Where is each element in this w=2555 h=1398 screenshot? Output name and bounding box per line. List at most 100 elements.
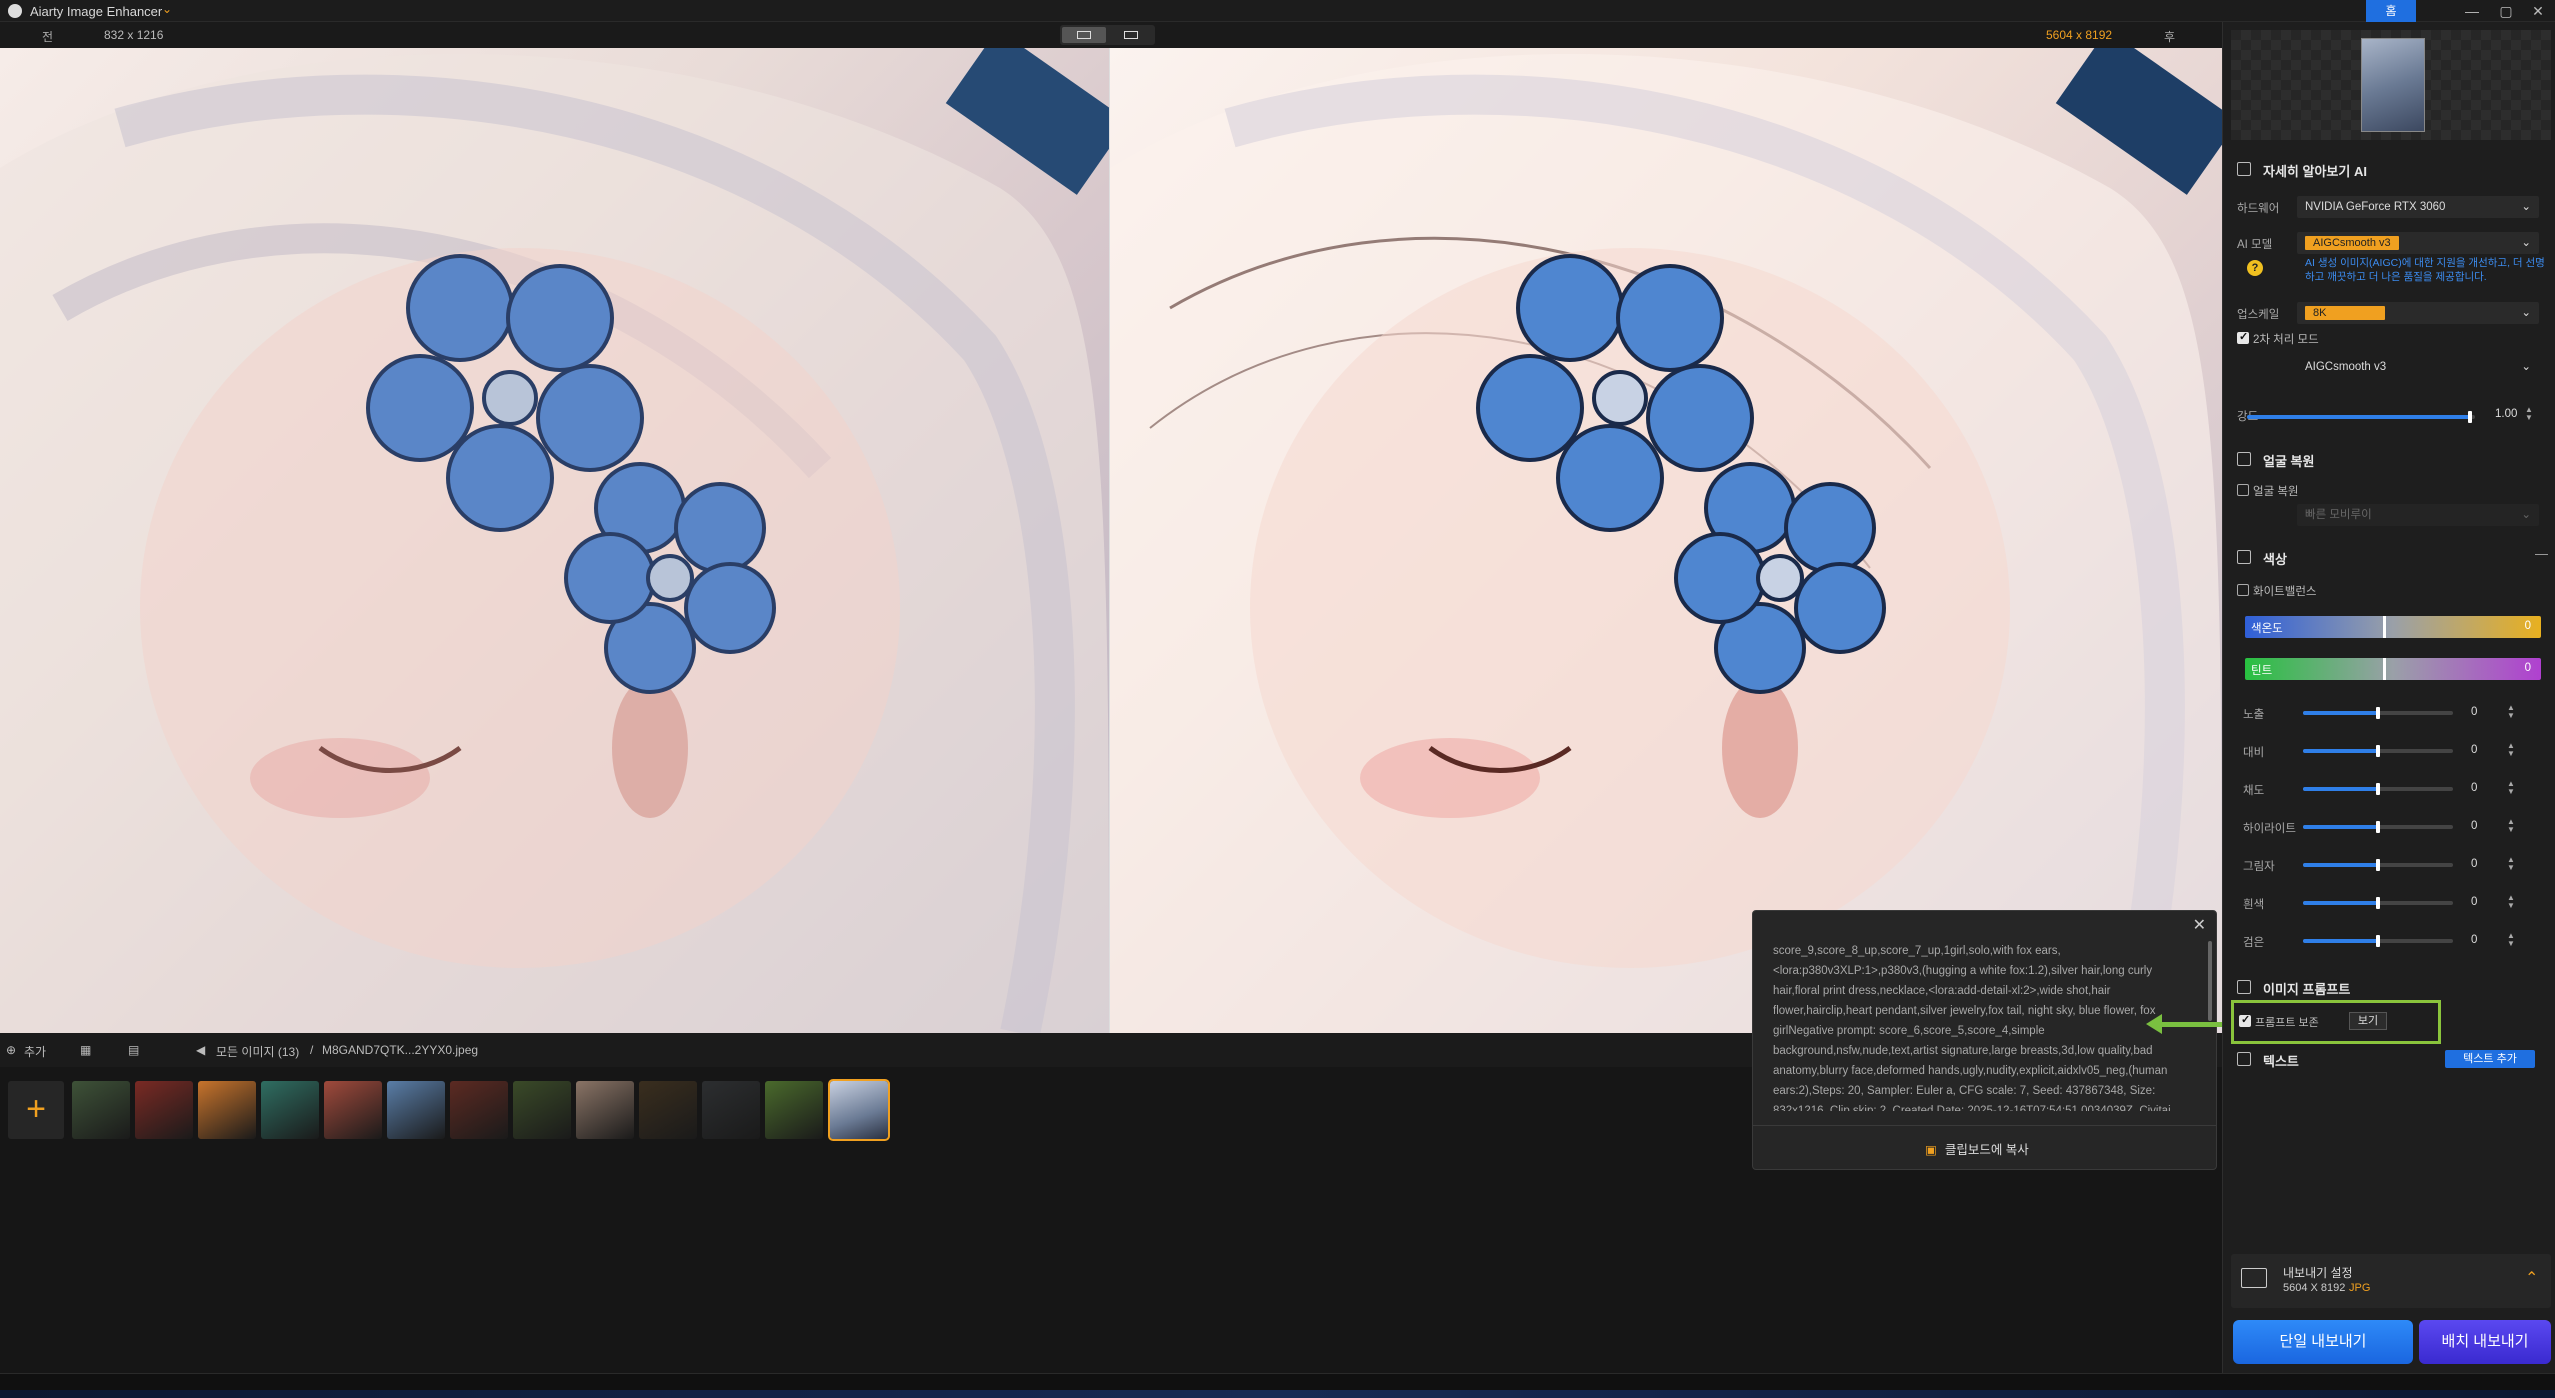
navigator-preview[interactable] xyxy=(2231,30,2551,140)
maximize-button[interactable]: ▢ xyxy=(2489,0,2523,22)
adjustment-slider[interactable] xyxy=(2303,783,2453,795)
thumbnail[interactable] xyxy=(639,1081,697,1139)
batch-export-button[interactable]: 배치 내보내기 xyxy=(2419,1320,2551,1364)
export-settings-box[interactable]: 내보내기 설정 5604 X 8192 JPG ⌃ xyxy=(2231,1254,2551,1308)
face-restore-checkbox[interactable] xyxy=(2237,484,2249,496)
adjustment-knob[interactable] xyxy=(2376,859,2380,871)
adjustment-value[interactable]: 0 xyxy=(2471,858,2477,870)
help-icon[interactable]: ? xyxy=(2247,260,2263,276)
prompt-keep-checkbox[interactable] xyxy=(2239,1013,2251,1027)
thumbnail[interactable] xyxy=(198,1081,256,1139)
thumbnail-selected[interactable] xyxy=(828,1079,890,1141)
thumbnail[interactable] xyxy=(450,1081,508,1139)
adjustment-slider[interactable] xyxy=(2303,935,2453,947)
thumbnail[interactable] xyxy=(702,1081,760,1139)
stepper-icon[interactable]: ▲ ▼ xyxy=(2507,894,2515,910)
adjustment-slider[interactable] xyxy=(2303,707,2453,719)
stepper-icon[interactable]: ▲ ▼ xyxy=(2507,856,2515,872)
thumbnail[interactable] xyxy=(765,1081,823,1139)
stepper-icon[interactable]: ▲ ▼ xyxy=(2507,704,2515,720)
model-description: AI 생성 이미지(AIGC)에 대한 지원을 개선하고, 더 선명하고 깨끗하… xyxy=(2305,257,2545,283)
adjustment-label: 하이라이트 xyxy=(2243,823,2296,835)
popup-close-button[interactable]: ✕ xyxy=(2193,915,2206,935)
title-bar: Aiarty Image Enhancer ⌄ 홈 — ▢ ✕ xyxy=(0,0,2555,22)
add-text-button[interactable]: 텍스트 추가 xyxy=(2445,1050,2535,1068)
all-images-link[interactable]: 모든 이미지 (13) xyxy=(216,1043,299,1060)
minimize-button[interactable]: — xyxy=(2455,0,2489,22)
chevron-down-icon: ⌄ xyxy=(2521,201,2531,213)
view-mode-toggle[interactable] xyxy=(1060,25,1155,45)
expand-up-icon[interactable]: ⌃ xyxy=(2525,1268,2538,1288)
upscale-value: 8K xyxy=(2305,306,2385,320)
second-pass-model-select[interactable]: AIGCsmooth v3 ⌄ xyxy=(2297,356,2539,378)
add-images-button[interactable]: 추가 xyxy=(24,1043,46,1060)
stepper-icon[interactable]: ▲ ▼ xyxy=(2507,742,2515,758)
adjustment-slider[interactable] xyxy=(2303,745,2453,757)
adjustment-value[interactable]: 0 xyxy=(2471,896,2477,908)
list-view-icon[interactable]: ▤ xyxy=(128,1043,139,1057)
after-image[interactable] xyxy=(1110,48,2222,1033)
popup-scrollbar[interactable] xyxy=(2208,941,2212,1021)
strength-value[interactable]: 1.00 xyxy=(2495,408,2517,420)
copy-to-clipboard-button[interactable]: ▣ 클립보드에 복사 xyxy=(1925,1139,2029,1158)
temperature-slider[interactable]: 색온도 0 xyxy=(2245,616,2541,638)
stepper-icon[interactable]: ▲ ▼ xyxy=(2507,780,2515,796)
thumbnail[interactable] xyxy=(324,1081,382,1139)
adjustment-knob[interactable] xyxy=(2376,897,2380,909)
single-export-button[interactable]: 단일 내보내기 xyxy=(2233,1320,2413,1364)
thumbnail[interactable] xyxy=(387,1081,445,1139)
close-window-button[interactable]: ✕ xyxy=(2521,0,2555,22)
thumbnail[interactable] xyxy=(576,1081,634,1139)
strength-knob[interactable] xyxy=(2468,411,2473,423)
adjustment-knob[interactable] xyxy=(2376,707,2380,719)
app-menu-chevron-icon[interactable]: ⌄ xyxy=(162,2,172,16)
home-button[interactable]: 홈 xyxy=(2366,0,2416,22)
tint-knob[interactable] xyxy=(2383,658,2386,680)
view-prompt-button[interactable]: 보기 xyxy=(2349,1012,2387,1030)
adjustment-slider[interactable] xyxy=(2303,821,2453,833)
hardware-select[interactable]: NVIDIA GeForce RTX 3060 ⌄ xyxy=(2297,196,2539,218)
back-arrow-icon[interactable]: ◀ xyxy=(196,1043,205,1057)
white-balance-checkbox[interactable] xyxy=(2237,584,2249,596)
after-label: 후 xyxy=(2164,30,2176,44)
model-select[interactable]: AIGCsmooth v3 ⌄ xyxy=(2297,232,2539,254)
adjustment-knob[interactable] xyxy=(2376,821,2380,833)
tint-slider[interactable]: 틴트 0 xyxy=(2245,658,2541,680)
side-by-side-button[interactable] xyxy=(1109,27,1153,43)
grid-view-icon[interactable]: ▦ xyxy=(80,1043,91,1057)
chevron-down-icon: ⌄ xyxy=(2521,237,2531,249)
face-mode-select[interactable]: 빠른 모비루이 ⌄ xyxy=(2297,504,2539,526)
upscale-select[interactable]: 8K ⌄ xyxy=(2297,302,2539,324)
adjustment-slider[interactable] xyxy=(2303,859,2453,871)
after-artwork xyxy=(1110,48,2222,1033)
adjustment-knob[interactable] xyxy=(2376,783,2380,795)
adjustment-value[interactable]: 0 xyxy=(2471,706,2477,718)
stepper-icon[interactable]: ▲ ▼ xyxy=(2507,818,2515,834)
adjustment-knob[interactable] xyxy=(2376,745,2380,757)
thumbnail[interactable] xyxy=(261,1081,319,1139)
export-settings-title: 내보내기 설정 xyxy=(2283,1266,2353,1280)
thumbnail[interactable] xyxy=(513,1081,571,1139)
strength-slider[interactable] xyxy=(2247,411,2475,423)
adjustment-knob[interactable] xyxy=(2376,935,2380,947)
stepper-icon[interactable]: ▲ ▼ xyxy=(2507,932,2515,948)
adjustment-value[interactable]: 0 xyxy=(2471,782,2477,794)
adjustment-value[interactable]: 0 xyxy=(2471,934,2477,946)
add-icon[interactable]: ⊕ xyxy=(6,1043,16,1057)
adjustment-slider[interactable] xyxy=(2303,897,2453,909)
second-pass-checkbox[interactable] xyxy=(2237,330,2249,344)
adjustment-row: 채도 0 ▲ ▼ xyxy=(2223,778,2555,800)
adjustment-value[interactable]: 0 xyxy=(2471,820,2477,832)
thumbnail[interactable] xyxy=(135,1081,193,1139)
strength-stepper-icon[interactable]: ▲ ▼ xyxy=(2525,406,2533,422)
before-image[interactable] xyxy=(0,48,1109,1033)
face-restore-label: 얼굴 복원 xyxy=(2253,486,2299,498)
second-pass-model: AIGCsmooth v3 xyxy=(2305,361,2387,373)
adjustment-value[interactable]: 0 xyxy=(2471,744,2477,756)
temperature-knob[interactable] xyxy=(2383,616,2386,638)
add-image-tile[interactable]: + xyxy=(8,1081,64,1139)
split-view-button[interactable] xyxy=(1062,27,1106,43)
thumbnail[interactable] xyxy=(72,1081,130,1139)
current-file-name: M8GAND7QTK...2YYX0.jpeg xyxy=(322,1043,479,1057)
collapse-icon[interactable]: — xyxy=(2535,546,2548,561)
